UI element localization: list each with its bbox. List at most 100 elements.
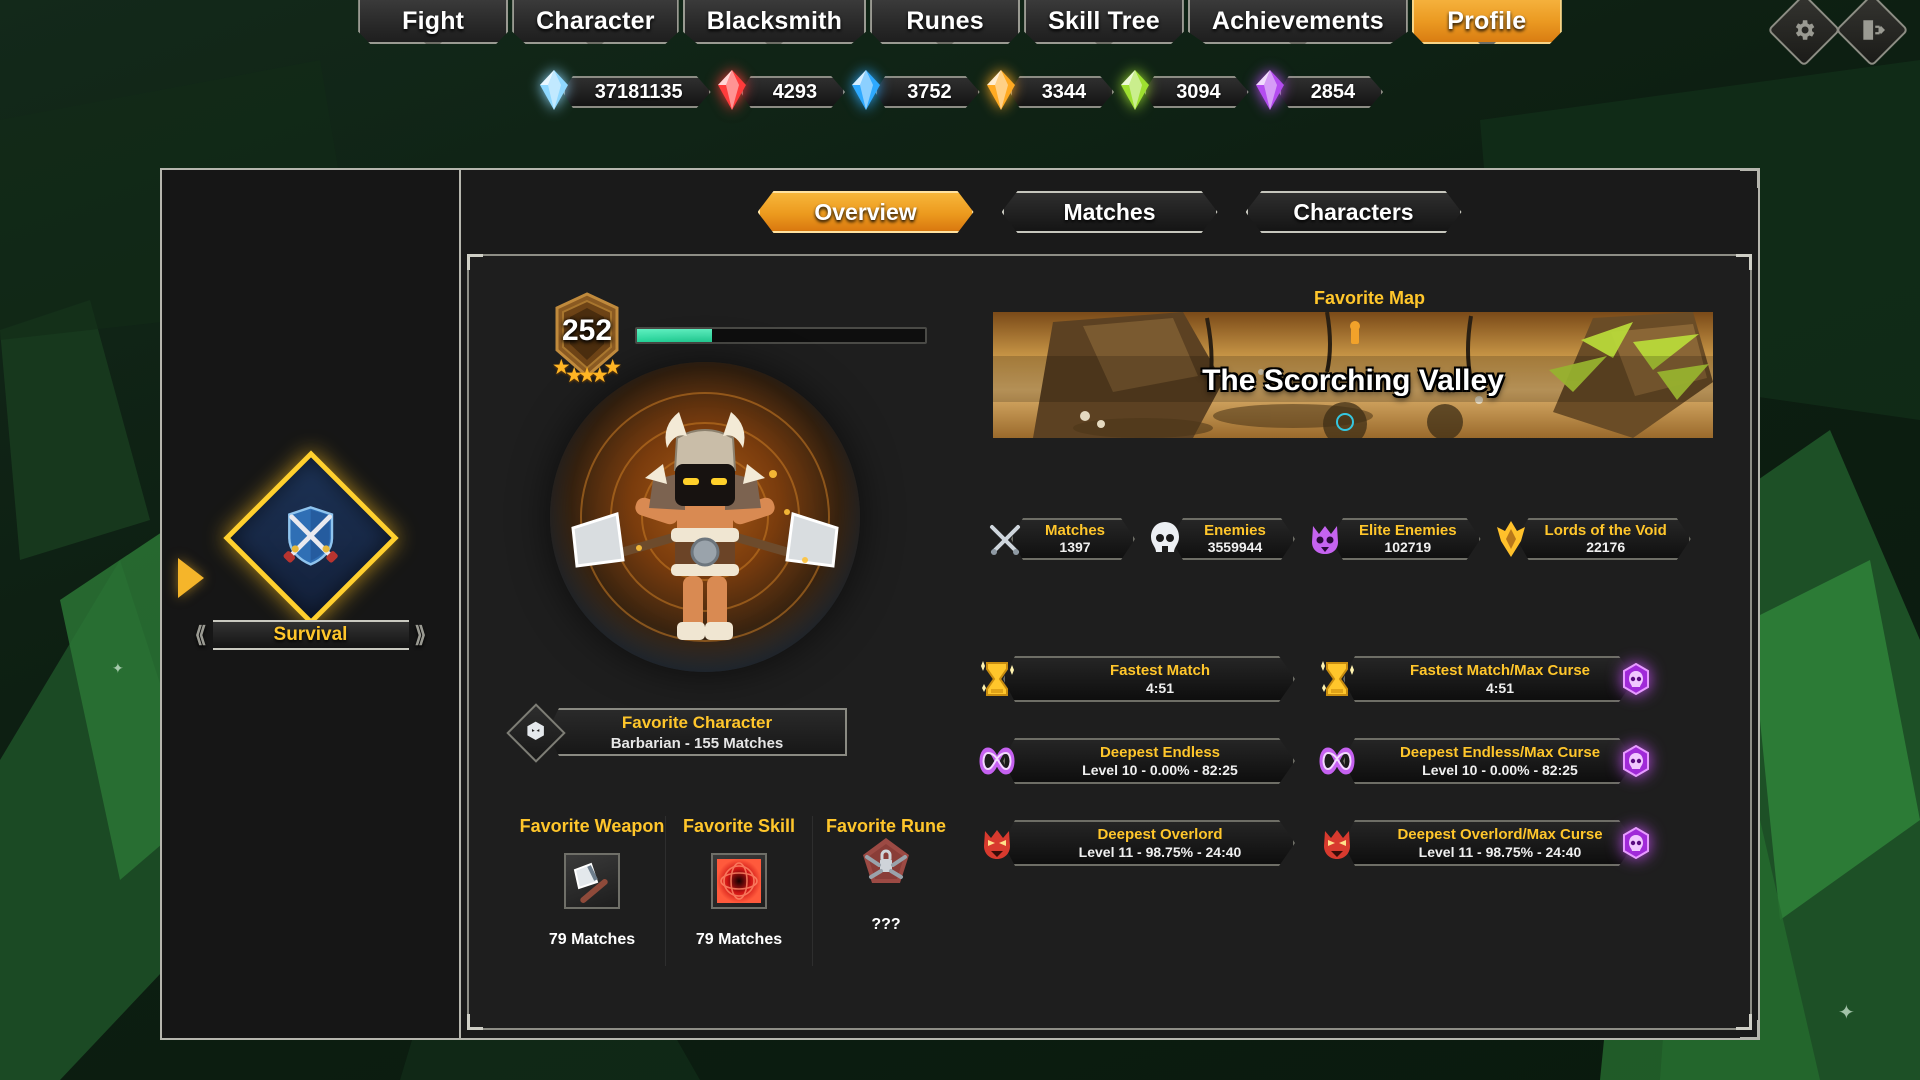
- stat-label: Lords of the Void: [1544, 522, 1667, 540]
- favorite-card-title: Favorite Skill: [682, 816, 796, 836]
- chevron-right-icon: ⟫: [414, 622, 427, 647]
- mode-sidebar: ⟪ Survival ⟫: [162, 170, 461, 1038]
- infinity-icon: [1317, 738, 1357, 784]
- record-plate: Deepest Overlord/Max Curse Level 11 - 98.…: [1343, 820, 1635, 866]
- curse-icon: [1619, 662, 1653, 696]
- currency-value: 4293: [772, 80, 818, 103]
- currency-value: 2854: [1310, 80, 1356, 103]
- sparkle-icon: ✦: [1838, 1002, 1855, 1024]
- axe-icon: [573, 862, 608, 903]
- record-plate: Deepest Overlord Level 11 - 98.75% - 24:4…: [1003, 820, 1295, 866]
- record-label: Deepest Overlord: [1097, 826, 1223, 843]
- record-deepest-overlord-max-curse: Deepest Overlord/Max Curse Level 11 - 98.…: [1317, 820, 1653, 866]
- record-deepest-endless: Deepest Endless Level 10 - 0.00% - 82:25: [977, 738, 1295, 784]
- favorite-character-icon-frame: [506, 703, 566, 763]
- stats-row: Matches 1397 Enemies 3559944 Elite Enemies 10…: [985, 516, 1721, 562]
- favorite-card-red-orb[interactable]: Favorite Skill 79 Matches: [666, 816, 813, 966]
- nav-tab-profile[interactable]: Profile: [1411, 0, 1562, 44]
- infinity-icon: [977, 738, 1017, 784]
- gold-void-lord-icon: [1491, 516, 1531, 562]
- record-value: Level 11 - 98.75% - 24:40: [1418, 844, 1582, 860]
- record-fastest-match-max-curse: Fastest Match/Max Curse 4:51: [1317, 656, 1653, 702]
- red-overlord-icon: [1317, 820, 1357, 866]
- gem-icon: [1255, 70, 1284, 110]
- star-icon: ★: [603, 356, 623, 379]
- curse-icon: [1619, 744, 1653, 778]
- record-label: Deepest Endless/Max Curse: [1399, 744, 1601, 761]
- record-row: Deepest Endless Level 10 - 0.00% - 82:25 D…: [977, 738, 1733, 784]
- crossed-swords-icon: [990, 525, 1020, 555]
- currency-plate: 37181135: [563, 76, 711, 108]
- stat-label: Matches: [1044, 522, 1106, 540]
- hourglass-icon: [981, 661, 1014, 696]
- currency-plate: 3344: [1010, 76, 1115, 108]
- nav-tab-blacksmith[interactable]: Blacksmith: [682, 0, 867, 44]
- purple-demon-icon: [1305, 516, 1345, 562]
- window-controls: [1767, 0, 1909, 67]
- nav-tab-skill-tree[interactable]: Skill Tree: [1024, 0, 1184, 44]
- sidebar-item-survival[interactable]: ⟪ Survival ⟫: [162, 450, 459, 650]
- gear-icon: [1795, 20, 1815, 40]
- red-overlord-icon: [977, 820, 1017, 866]
- nav-tab-fight[interactable]: Fight: [358, 0, 509, 44]
- gold-void-lord-icon: [1496, 521, 1525, 557]
- stat-plate: Lords of the Void 22176: [1517, 518, 1691, 560]
- stat-plate: Elite Enemies 102719: [1331, 518, 1481, 560]
- record-value: 4:51: [1145, 680, 1175, 696]
- favorite-slot: [564, 853, 620, 909]
- favorite-card-locked-rune[interactable]: Favorite Rune???: [813, 816, 959, 966]
- red-overlord-icon: [984, 830, 1010, 859]
- favorite-map-banner[interactable]: The Scorching Valley: [993, 312, 1713, 438]
- red-orb-icon: [717, 859, 761, 903]
- crossed-swords-icon: [985, 516, 1025, 562]
- infinity-icon: [1319, 747, 1355, 775]
- currency-value: 37181135: [594, 80, 683, 103]
- records-grid: Fastest Match 4:51 Fastest Match/Max Curse…: [977, 656, 1733, 902]
- record-plate: Fastest Match/Max Curse 4:51: [1343, 656, 1635, 702]
- currency-plate: 2854: [1279, 76, 1384, 108]
- subtab-overview[interactable]: Overview: [758, 191, 974, 233]
- stat-plate: Enemies 3559944: [1171, 518, 1295, 560]
- record-deepest-endless-max-curse: Deepest Endless/Max Curse Level 10 - 0.00…: [1317, 738, 1653, 784]
- record-value: Level 10 - 0.00% - 82:25: [1082, 762, 1238, 778]
- red-overlord-icon: [1324, 830, 1350, 859]
- curse-icon: [1623, 663, 1649, 695]
- currency-blue-gem: 3752: [849, 74, 980, 110]
- currency-value: 3094: [1176, 80, 1221, 103]
- favorite-card-count: 79 Matches: [548, 931, 636, 948]
- stat-matches: Matches 1397: [985, 516, 1135, 562]
- stat-lords-of-the-void: Lords of the Void 22176: [1491, 516, 1691, 562]
- favorite-character-card: Favorite Character Barbarian - 155 Match…: [547, 708, 847, 756]
- purple-gem-icon: [1253, 69, 1291, 115]
- stat-label: Elite Enemies: [1359, 522, 1457, 540]
- survival-mode-badge: [222, 450, 399, 626]
- nav-tab-achievements[interactable]: Achievements: [1187, 0, 1408, 44]
- favorite-card-title: Favorite Weapon: [519, 816, 665, 836]
- profile-window: ⟪ Survival ⟫ Overview Matches Characters: [160, 168, 1760, 1040]
- favorite-card-axe[interactable]: Favorite Weapon 79 Matches: [519, 816, 666, 966]
- nav-tab-runes[interactable]: Runes: [870, 0, 1021, 44]
- subtab-matches[interactable]: Matches: [1002, 191, 1218, 233]
- currency-plate: 3094: [1144, 76, 1249, 108]
- subtab-characters[interactable]: Characters: [1246, 191, 1462, 233]
- character-head-icon: [527, 721, 545, 740]
- stat-enemies: Enemies 3559944: [1145, 516, 1295, 562]
- favorite-character-value: Barbarian - 155 Matches: [610, 734, 784, 752]
- locked-rune-icon: [863, 838, 909, 883]
- sparkle-icon: ✦: [112, 660, 124, 676]
- favorites-row: Favorite Weapon 79 Matches Favorite Skill 7…: [519, 816, 959, 966]
- favorite-slot: [711, 853, 767, 909]
- record-plate: Deepest Endless Level 10 - 0.00% - 82:25: [1003, 738, 1295, 784]
- record-row: Deepest Overlord Level 11 - 98.75% - 24:4…: [977, 820, 1733, 866]
- nav-tab-character[interactable]: Character: [512, 0, 679, 44]
- gem-icon: [717, 70, 746, 110]
- stat-label: Enemies: [1204, 522, 1266, 540]
- currency-plate: 4293: [741, 76, 846, 108]
- stat-value: 3559944: [1207, 538, 1263, 555]
- record-fastest-match: Fastest Match 4:51: [977, 656, 1295, 702]
- xp-bar: [635, 326, 927, 344]
- gem-icon: [1121, 70, 1150, 110]
- record-plate: Fastest Match 4:51: [1003, 656, 1295, 702]
- record-label: Deepest Endless: [1099, 744, 1221, 761]
- gem-icon: [852, 70, 881, 110]
